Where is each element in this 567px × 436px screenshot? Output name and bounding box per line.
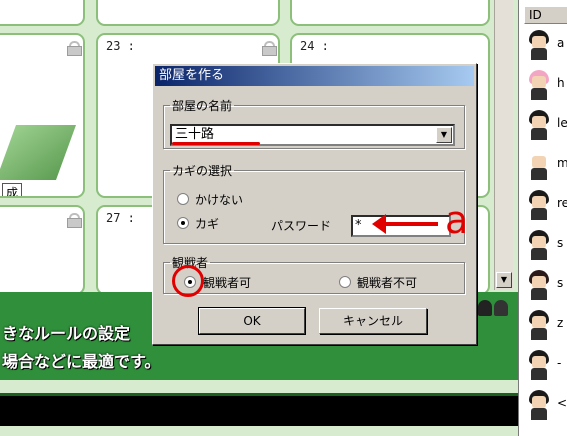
room-name-group-label: 部屋の名前 xyxy=(172,99,233,113)
user-list-item[interactable]: m xyxy=(527,148,567,182)
avatar xyxy=(527,190,553,220)
user-list-item[interactable]: z xyxy=(527,308,567,342)
user-list-item[interactable]: le xyxy=(527,108,567,142)
room-card[interactable] xyxy=(290,0,490,26)
chevron-down-icon[interactable]: ▼ xyxy=(436,127,452,143)
lock-icon xyxy=(262,41,277,56)
watch-not-allowed-radio[interactable] xyxy=(339,276,351,288)
watch-not-allowed-label: 観戦者不可 xyxy=(357,276,418,290)
avatar xyxy=(527,310,553,340)
user-list-item[interactable]: re xyxy=(527,188,567,222)
user-list-item[interactable]: a xyxy=(527,28,567,62)
ok-button[interactable]: OK xyxy=(198,307,306,335)
key-none-radio[interactable] xyxy=(177,193,189,205)
key-on-label: カギ xyxy=(195,217,220,231)
room-card[interactable] xyxy=(96,0,280,26)
key-group-label: カギの選択 xyxy=(172,164,233,178)
avatar xyxy=(527,390,553,420)
key-on-radio[interactable] xyxy=(177,217,189,229)
annotation-letter: a xyxy=(445,198,469,242)
user-list: ID a h le m re s s z - < xyxy=(518,0,567,436)
password-label: パスワード xyxy=(271,219,332,233)
description-line: 場合などに最適です。 xyxy=(2,352,161,371)
scroll-down-icon[interactable]: ▼ xyxy=(496,272,512,288)
cancel-button[interactable]: キャンセル xyxy=(319,308,427,334)
avatar xyxy=(527,30,553,60)
room-name-value: 三十路 xyxy=(175,127,215,142)
user-name: z xyxy=(557,316,564,330)
lock-icon xyxy=(67,213,82,228)
user-name: h xyxy=(557,76,565,90)
annotation-arrow-shaft xyxy=(376,222,438,226)
room-number: 24 : xyxy=(300,39,329,53)
avatar xyxy=(527,150,553,180)
lobby-scrollbar[interactable]: ▼ xyxy=(494,0,513,290)
key-none-label: かけない xyxy=(195,193,244,207)
room-number: 27 : xyxy=(106,211,135,225)
user-list-item[interactable]: - xyxy=(527,348,567,382)
board-label: 成 xyxy=(2,183,23,196)
annotation-circle xyxy=(172,265,204,297)
user-list-header[interactable]: ID xyxy=(524,6,567,24)
user-name: - xyxy=(557,356,562,370)
user-list-item[interactable]: h xyxy=(527,68,567,102)
user-list-item[interactable]: < xyxy=(527,388,567,422)
lock-icon xyxy=(67,41,82,56)
chat-bar xyxy=(0,393,518,426)
annotation-underline xyxy=(172,142,260,145)
dialog-title: 部屋を作る xyxy=(155,66,474,86)
avatar xyxy=(527,350,553,380)
user-name: < xyxy=(557,396,567,410)
avatar xyxy=(527,70,553,100)
room-card[interactable]: 成 xyxy=(0,33,85,198)
room-number: 23 : xyxy=(106,39,135,53)
avatar xyxy=(527,110,553,140)
user-list-item[interactable]: s xyxy=(527,268,567,302)
game-board-icon xyxy=(0,125,77,180)
create-room-dialog: 部屋を作る 部屋の名前 三十路 ▼ カギの選択 かけない カギ パスワード * … xyxy=(152,63,477,345)
user-name: re xyxy=(557,196,567,210)
user-name: s xyxy=(557,276,564,290)
password-input[interactable]: * xyxy=(351,215,451,237)
avatar xyxy=(527,230,553,260)
watch-allowed-label: 観戦者可 xyxy=(203,276,252,290)
avatar xyxy=(527,270,553,300)
user-name: le xyxy=(557,116,567,130)
description-line: きなルールの設定 xyxy=(2,324,131,343)
user-name: a xyxy=(557,36,565,50)
room-card[interactable] xyxy=(0,0,85,26)
players-icon xyxy=(478,298,512,318)
room-card[interactable] xyxy=(0,205,85,295)
user-name: m xyxy=(557,156,567,170)
user-name: s xyxy=(557,236,564,250)
user-list-item[interactable]: s xyxy=(527,228,567,262)
